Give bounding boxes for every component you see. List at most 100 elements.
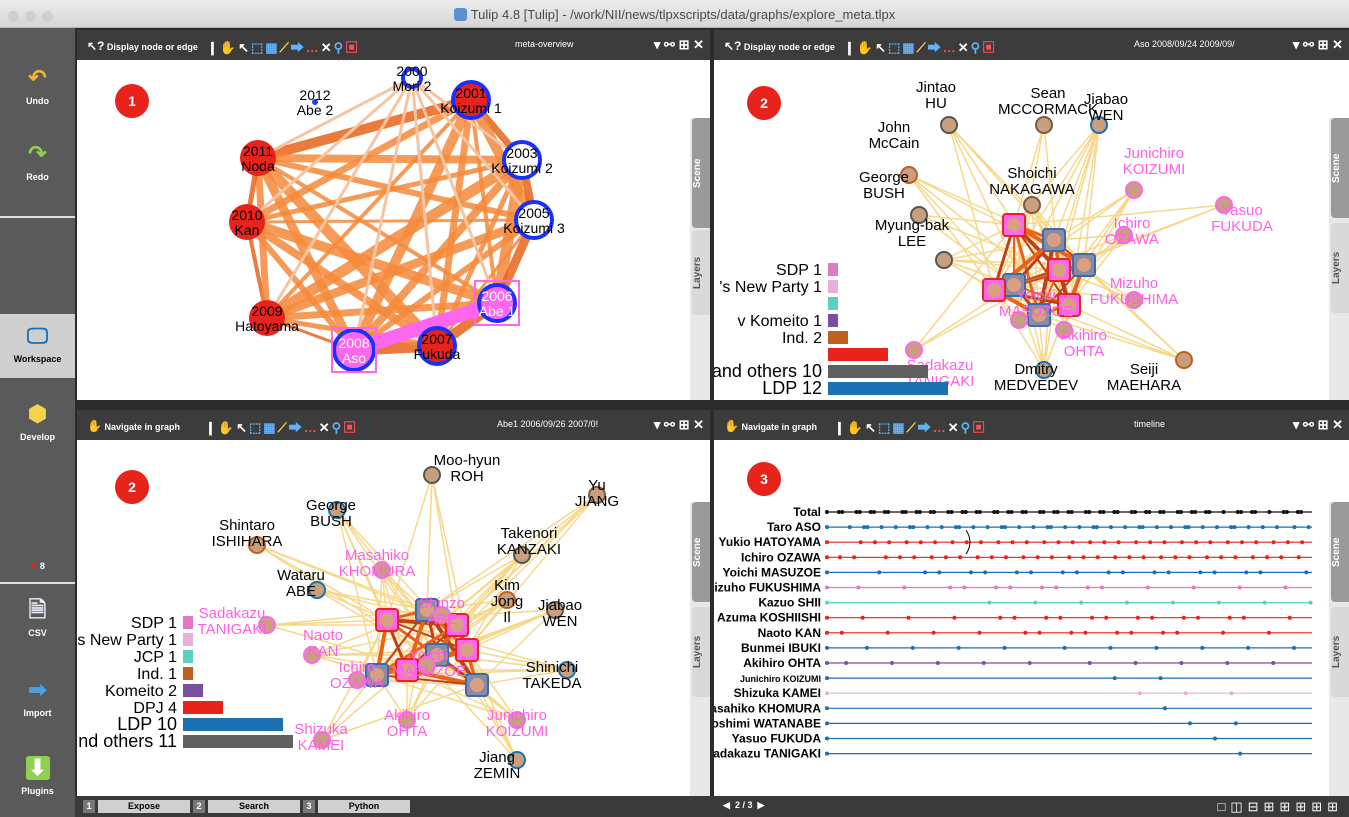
timeline-event <box>1074 570 1079 575</box>
timeline-event <box>918 540 923 545</box>
import-icon: ➡ <box>28 677 47 702</box>
person-label: Shoichi NAKAGAWA <box>989 165 1075 198</box>
timeline-event <box>975 555 980 560</box>
person-label: Dmitry MEDVEDEV <box>994 361 1078 394</box>
timeline-start <box>825 555 829 560</box>
tab-expose[interactable]: 1 Expose <box>83 800 190 813</box>
csv-button[interactable]: 🗎 CSV <box>0 598 75 639</box>
legend-label: SDP 1 <box>131 615 177 632</box>
legend-bar <box>828 263 838 276</box>
abe-cabinet-graph[interactable]: Moo-hyun ROH Yu JIANG George BUSH Shintaro ISHI… <box>77 410 710 796</box>
panel-timeline[interactable]: ✋ Navigate in graph ❙✋↖⬚▦⟋⮕…✕⚲▣ timeline… <box>714 410 1349 796</box>
timeline-event <box>839 630 844 635</box>
timeline-event <box>1260 525 1265 530</box>
timeline-start <box>825 510 829 514</box>
timeline-event <box>1145 585 1150 590</box>
legend-bar <box>828 348 888 361</box>
aso-cabinet-graph[interactable]: Jintao HUSean MCCORMACKJiabao WENJohn McCain… <box>714 30 1349 400</box>
panel-aso[interactable]: ↖? Display node or edge ❙✋↖⬚▦⟋⮕…✕⚲▣ Aso … <box>714 30 1349 400</box>
error-indicator[interactable]: ● 8 <box>0 558 75 572</box>
timeline-event <box>1027 661 1032 665</box>
timeline-event <box>1024 540 1029 545</box>
timeline-event <box>1058 615 1063 620</box>
workspace-button[interactable]: 🖵 Workspace <box>0 314 75 378</box>
person-node <box>1023 196 1041 214</box>
tab-scene[interactable]: Scene <box>692 118 710 228</box>
timeline-event <box>948 585 953 590</box>
tab-scene[interactable]: Scene <box>1331 502 1349 602</box>
undo-button[interactable]: ↶ Undo <box>0 66 75 107</box>
timeline-event <box>1081 555 1086 560</box>
timeline-event <box>1287 615 1292 620</box>
timeline-event <box>1169 525 1174 530</box>
timeline-event <box>1120 570 1125 575</box>
tab-scene[interactable]: Scene <box>692 502 710 602</box>
timeline-start <box>825 585 829 590</box>
develop-button[interactable]: ⬢ Develop <box>0 402 75 443</box>
timeline-event <box>1232 525 1237 530</box>
timeline-event <box>1229 691 1234 696</box>
timeline-row-label: Akihiro OHTA <box>743 656 821 670</box>
panel-meta-overview[interactable]: ↖? Display node or edge ❙✋↖⬚▦⟋⮕…✕⚲▣ meta… <box>77 30 710 400</box>
timeline-event <box>1299 510 1304 514</box>
tab-scene[interactable]: Scene <box>1331 118 1349 218</box>
face-thumbnail <box>1052 263 1066 277</box>
next-page-icon[interactable]: ▶ <box>757 800 764 810</box>
timeline-start <box>825 736 829 741</box>
person-node <box>1175 351 1193 369</box>
legend-bar <box>183 616 193 629</box>
legend-bar <box>828 280 838 293</box>
timeline-event <box>1154 645 1159 650</box>
tab-search[interactable]: 2 Search <box>193 800 300 813</box>
import-button[interactable]: ➡ Import <box>0 677 75 719</box>
timeline-event <box>1237 585 1242 590</box>
tab-python[interactable]: 3 Python <box>303 800 410 813</box>
timeline-event <box>1216 600 1221 605</box>
timeline-event <box>952 615 957 620</box>
timeline-event <box>1283 585 1288 590</box>
timeline-event <box>865 525 870 530</box>
timeline-event <box>1077 525 1082 530</box>
timeline-row-label: Mizuho FUKUSHIMA <box>714 581 821 595</box>
timeline-event <box>978 540 983 545</box>
timeline-event <box>1085 585 1090 590</box>
legend-label: Komeito 2 <box>105 683 177 700</box>
timeline-row-label: Bunmei IBUKI <box>741 641 821 655</box>
timeline-start <box>825 525 829 530</box>
overview-node-label: 2011 Noda <box>241 143 275 174</box>
timeline-row-label: Kazuo SHII <box>758 596 821 610</box>
tab-layers[interactable]: Layers <box>1331 223 1349 313</box>
timeline-start <box>825 600 829 605</box>
prev-page-icon[interactable]: ◀ <box>723 800 730 810</box>
face-thumbnail <box>1007 218 1021 232</box>
timeline-event <box>898 555 903 560</box>
timeline-event <box>950 540 955 545</box>
panel-abe[interactable]: ✋ Navigate in graph ❙✋↖⬚▦⟋⮕…✕⚲▣ Abe1 200… <box>77 410 710 796</box>
timeline-event <box>1021 555 1026 560</box>
redo-button[interactable]: ↷ Redo <box>0 141 75 183</box>
tab-layers[interactable]: Layers <box>692 230 710 315</box>
timeline-event <box>864 645 869 650</box>
timeline-event <box>1033 600 1038 605</box>
timeline-event <box>1246 525 1251 530</box>
timeline-event <box>937 570 942 575</box>
timeline-event <box>1213 736 1218 741</box>
legend-bar <box>183 735 293 748</box>
timeline-graph[interactable]: TotalTaro ASOYukio HATOYAMAIchiro OZAWAY… <box>714 410 1349 796</box>
legend-label: nd others 11 <box>78 731 177 751</box>
person-node <box>1035 116 1053 134</box>
overview-node-label: 2006 Abe 1 <box>479 288 516 319</box>
tab-layers[interactable]: Layers <box>692 607 710 697</box>
overview-graph[interactable]: 2000 Mori 2 2001 Koizumi 12003 Koizumi 22005… <box>77 30 710 400</box>
layout-selector[interactable]: □◫⊟⊞⊞⊞⊞⊞ <box>1218 799 1344 815</box>
legend-label: JCP 1 <box>134 649 177 666</box>
timeline-event <box>1023 630 1028 635</box>
tab-layers[interactable]: Layers <box>1331 607 1349 697</box>
timeline-event <box>929 555 934 560</box>
timeline-row-label: Yoshimi WATANABE <box>714 716 821 730</box>
timeline-event <box>1010 540 1015 545</box>
redo-icon: ↷ <box>28 141 47 166</box>
plugins-button[interactable]: ⬇ Plugins <box>0 756 75 797</box>
timeline-event <box>856 585 861 590</box>
legend-bar <box>183 684 203 697</box>
